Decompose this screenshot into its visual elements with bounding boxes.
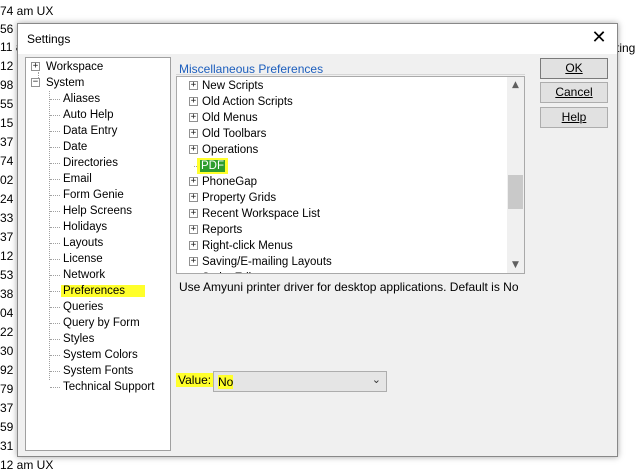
tree-item-holidays[interactable]: Holidays — [63, 219, 107, 235]
tree-connector — [50, 211, 60, 212]
tree-item-layouts[interactable]: Layouts — [63, 235, 103, 251]
pref-item-label: PhoneGap — [202, 176, 257, 188]
tree-item-system-colors[interactable]: System Colors — [63, 347, 138, 363]
expand-icon[interactable]: + — [189, 209, 198, 218]
settings-tree: + Workspace − System Aliases Auto Help Dat… — [25, 57, 171, 451]
tree-connector — [50, 307, 60, 308]
pref-item-label: New Scripts — [202, 80, 264, 92]
pref-item-label: Right-click Menus — [202, 240, 293, 252]
tree-item-form-genie[interactable]: Form Genie — [63, 187, 124, 203]
value-dropdown[interactable]: No ⌄ — [213, 371, 387, 392]
log-line: 74 am UX — [0, 4, 54, 18]
tree-connector — [50, 339, 60, 340]
tree-connector — [50, 371, 60, 372]
pref-item-label: Script Editor — [202, 270, 265, 273]
tree-connector — [50, 115, 60, 116]
expand-icon[interactable]: + — [189, 257, 198, 266]
tree-item-query-by-form[interactable]: Query by Form — [63, 315, 140, 331]
tree-item-license[interactable]: License — [63, 251, 103, 267]
tree-item-data-entry[interactable]: Data Entry — [63, 123, 117, 139]
tree-connector — [50, 275, 60, 276]
log-fragment: ting — [616, 41, 636, 55]
expand-icon[interactable]: + — [189, 225, 198, 234]
dialog-title: Settings — [27, 32, 71, 46]
tree-connector — [50, 131, 60, 132]
tree-connector — [50, 227, 60, 228]
pref-item-label: Saving/E-mailing Layouts — [202, 256, 332, 268]
pref-item-label: Old Toolbars — [202, 128, 267, 140]
collapse-icon[interactable]: − — [31, 78, 40, 87]
preferences-list[interactable]: + New Scripts + Old Action Scripts + Old Menu… — [176, 76, 525, 274]
tree-item-technical-support[interactable]: Technical Support — [63, 379, 154, 395]
tree-connector — [50, 291, 60, 292]
expand-icon[interactable]: + — [31, 62, 40, 71]
tree-connector — [50, 259, 60, 260]
tree-connector — [50, 387, 60, 388]
tree-connector — [50, 243, 60, 244]
log-line: 12 am UX — [0, 458, 54, 472]
pref-item-label: Property Grids — [202, 192, 277, 204]
scrollbar[interactable]: ▲ ▼ — [507, 77, 524, 273]
value-label: Value: — [176, 373, 214, 387]
tree-item-help-screens[interactable]: Help Screens — [63, 203, 132, 219]
tree-item-queries[interactable]: Queries — [63, 299, 103, 315]
help-button[interactable]: Help — [540, 107, 608, 128]
tree-item-email[interactable]: Email — [63, 171, 92, 187]
expand-icon[interactable]: + — [189, 145, 198, 154]
tree-item-date[interactable]: Date — [63, 139, 87, 155]
chevron-down-icon: ⌄ — [371, 373, 381, 386]
pref-item-label: Operations — [202, 144, 259, 156]
expand-icon[interactable]: + — [189, 129, 198, 138]
value-selected: No — [218, 375, 234, 389]
pref-item-label: PDF — [200, 160, 225, 172]
tree-item-styles[interactable]: Styles — [63, 331, 94, 347]
expand-icon[interactable]: + — [189, 81, 198, 90]
expand-icon[interactable]: + — [189, 113, 198, 122]
title-bar[interactable]: Settings ✕ — [18, 24, 617, 54]
expand-icon[interactable]: + — [191, 273, 196, 274]
expand-icon[interactable]: + — [189, 177, 198, 186]
tree-item-network[interactable]: Network — [63, 267, 105, 283]
settings-dialog: Settings ✕ + Workspace − System Aliases A… — [17, 23, 618, 457]
pref-item-label: Reports — [202, 224, 243, 236]
scroll-thumb[interactable] — [508, 175, 523, 209]
tree-connector — [50, 99, 60, 100]
tree-item-directories[interactable]: Directories — [63, 155, 118, 171]
tree-item-system-fonts[interactable]: System Fonts — [63, 363, 133, 379]
section-divider — [176, 74, 525, 75]
cancel-button[interactable]: Cancel — [540, 82, 608, 103]
scroll-up-icon[interactable]: ▲ — [507, 77, 524, 93]
tree-connector — [50, 147, 60, 148]
scroll-down-icon[interactable]: ▼ — [507, 257, 524, 273]
ok-button[interactable]: OK — [540, 58, 608, 79]
tree-connector — [50, 355, 60, 356]
tree-connector — [50, 195, 60, 196]
expand-icon[interactable]: + — [189, 241, 198, 250]
preference-description: Use Amyuni printer driver for desktop ap… — [179, 280, 519, 294]
tree-connector — [50, 163, 60, 164]
pref-item-label: Recent Workspace List — [202, 208, 321, 220]
pref-item-label: Old Action Scripts — [202, 96, 293, 108]
tree-connector — [50, 323, 60, 324]
close-icon[interactable]: ✕ — [587, 27, 611, 49]
expand-icon[interactable]: + — [189, 193, 198, 202]
expand-icon[interactable]: + — [189, 97, 198, 106]
tree-connector — [50, 179, 60, 180]
tree-item-auto-help[interactable]: Auto Help — [63, 107, 114, 123]
tree-connector — [49, 91, 50, 380]
tree-item-preferences[interactable]: Preferences — [61, 283, 146, 299]
pref-item-label: Old Menus — [202, 112, 258, 124]
tree-item-aliases[interactable]: Aliases — [63, 91, 100, 107]
